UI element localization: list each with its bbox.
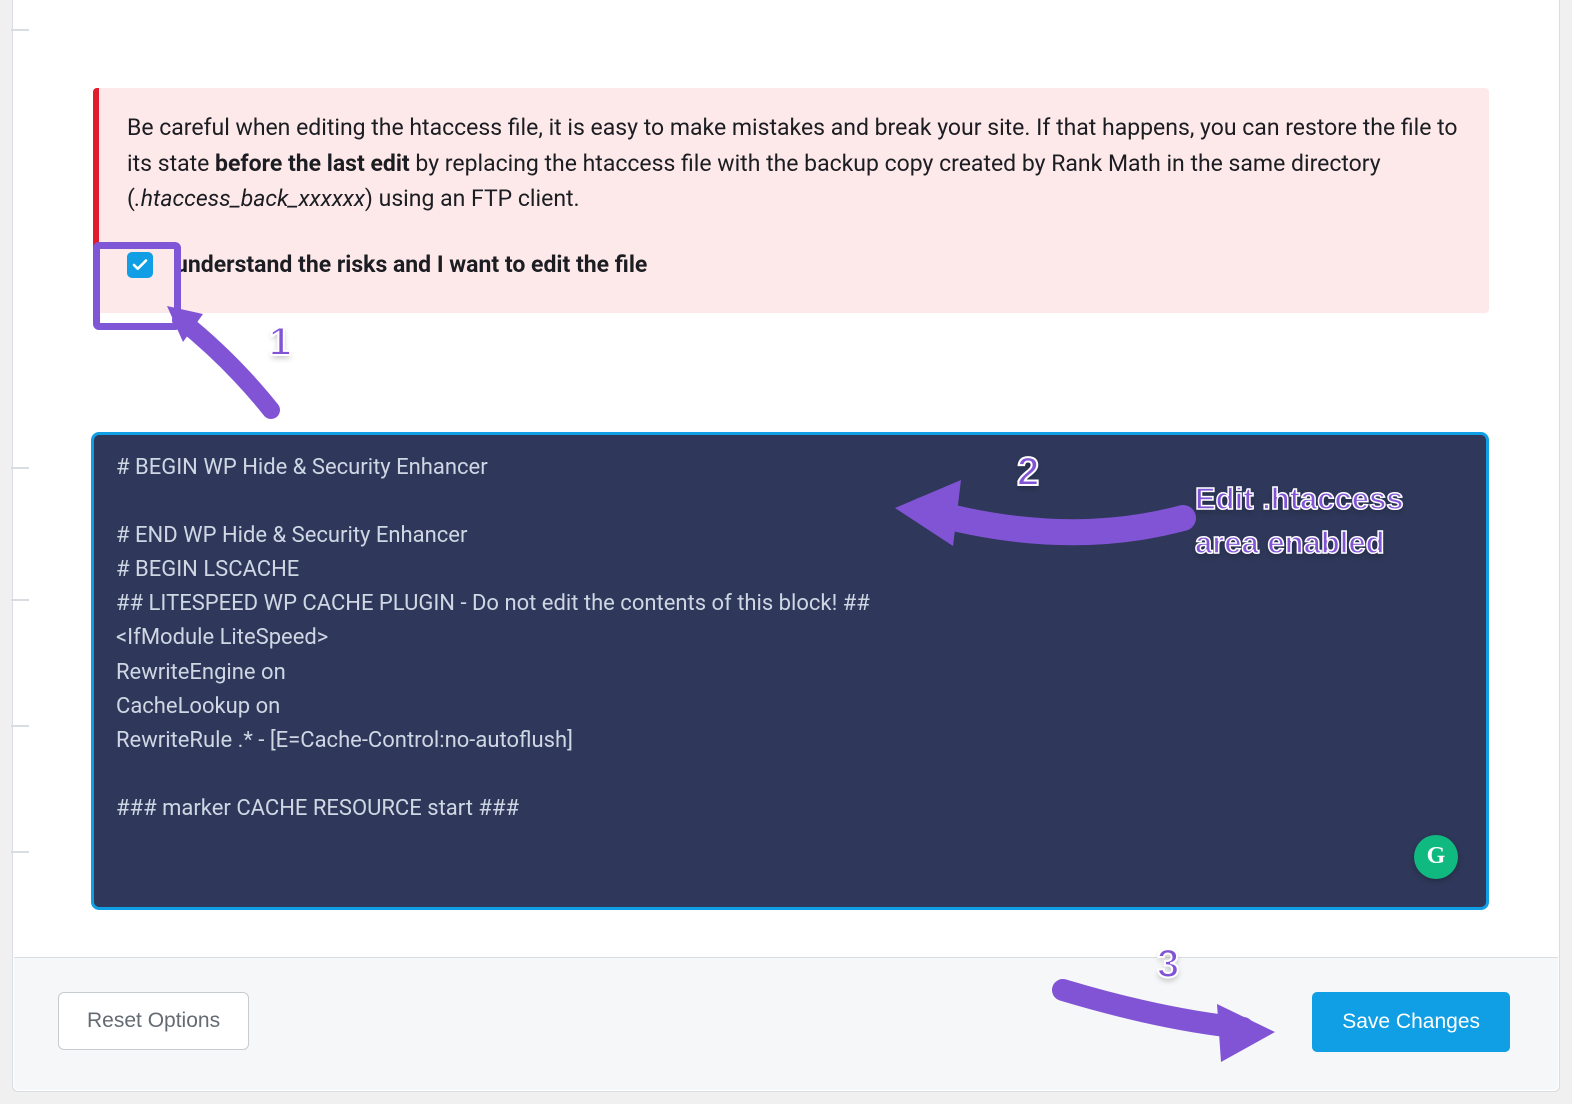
consent-checkbox[interactable]: [127, 252, 153, 278]
annotation-arrow-2: [883, 450, 1203, 570]
warning-text-after: ) using an FTP client.: [365, 185, 580, 212]
footer-bar: Reset Options Save Changes: [14, 957, 1558, 1090]
annotation-arrow-1: [161, 300, 281, 420]
settings-panel: Be careful when editing the htaccess fil…: [12, 0, 1560, 1092]
save-changes-button[interactable]: Save Changes: [1312, 992, 1510, 1052]
consent-label: understand the risks and I want to edit …: [175, 247, 647, 283]
grammarly-badge-icon[interactable]: G: [1414, 835, 1458, 879]
grammarly-g: G: [1427, 838, 1446, 875]
check-icon: [131, 256, 149, 274]
htaccess-editor-content: # BEGIN WP Hide & Security Enhancer # EN…: [116, 451, 1464, 826]
annotation-arrow-3: [1053, 970, 1283, 1070]
warning-text-italic: .htaccess_back_xxxxxx: [135, 185, 365, 212]
reset-options-button[interactable]: Reset Options: [58, 992, 249, 1050]
warning-text-bold: before the last edit: [215, 150, 410, 177]
htaccess-warning-notice: Be careful when editing the htaccess fil…: [93, 88, 1489, 313]
htaccess-editor[interactable]: # BEGIN WP Hide & Security Enhancer # EN…: [91, 432, 1489, 910]
consent-row: understand the risks and I want to edit …: [127, 247, 1461, 283]
